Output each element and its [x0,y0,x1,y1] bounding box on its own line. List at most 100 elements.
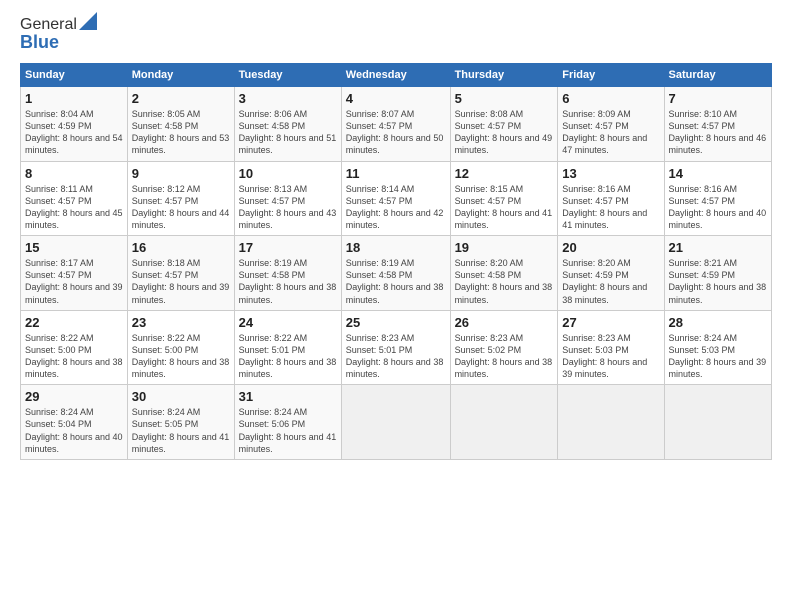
calendar-cell: 3 Sunrise: 8:06 AMSunset: 4:58 PMDaylight… [234,87,341,162]
calendar-cell: 2Sunrise: 8:05 AMSunset: 4:58 PMDaylight… [127,87,234,162]
day-number: 5 [455,91,554,106]
calendar-cell: 11Sunrise: 8:14 AMSunset: 4:57 PMDayligh… [341,161,450,236]
day-number: 22 [25,315,123,330]
day-number: 11 [346,166,446,181]
calendar-cell: 19Sunrise: 8:20 AMSunset: 4:58 PMDayligh… [450,236,558,311]
calendar-cell: 25 Sunrise: 8:23 AMSunset: 5:01 PMDayligh… [341,310,450,385]
week-row-2: 8 Sunrise: 8:11 AMSunset: 4:57 PMDaylight… [21,161,772,236]
cell-info: Sunrise: 8:24 AMSunset: 5:06 PMDaylight:… [239,406,337,455]
day-number: 25 [346,315,446,330]
calendar-cell: 23 Sunrise: 8:22 AMSunset: 5:00 PMDayligh… [127,310,234,385]
cell-info: Sunrise: 8:22 AMSunset: 5:01 PMDaylight:… [239,332,337,381]
cell-info: Sunrise: 8:15 AMSunset: 4:57 PMDaylight:… [455,183,554,232]
calendar-table: SundayMondayTuesdayWednesdayThursdayFrid… [20,63,772,460]
week-row-3: 15Sunrise: 8:17 AMSunset: 4:57 PMDayligh… [21,236,772,311]
calendar-cell: 20Sunrise: 8:20 AMSunset: 4:59 PMDayligh… [558,236,664,311]
cell-info: Sunrise: 8:19 AMSunset: 4:58 PMDaylight:… [239,257,337,306]
cell-info: Sunrise: 8:18 AMSunset: 4:57 PMDaylight:… [132,257,230,306]
day-number: 3 [239,91,337,106]
day-number: 29 [25,389,123,404]
day-number: 13 [562,166,659,181]
day-number: 4 [346,91,446,106]
day-number: 23 [132,315,230,330]
cell-info: Sunrise: 8:17 AMSunset: 4:57 PMDaylight:… [25,257,123,306]
cell-info: Sunrise: 8:23 AMSunset: 5:01 PMDaylight:… [346,332,446,381]
day-number: 20 [562,240,659,255]
calendar-cell: 22 Sunrise: 8:22 AMSunset: 5:00 PMDayligh… [21,310,128,385]
day-number: 7 [669,91,767,106]
logo-blue-text: Blue [20,32,97,53]
cell-info: Sunrise: 8:23 AMSunset: 5:02 PMDaylight:… [455,332,554,381]
day-number: 16 [132,240,230,255]
logo-icon [79,12,97,30]
calendar-cell: 6Sunrise: 8:09 AMSunset: 4:57 PMDaylight… [558,87,664,162]
header-row: SundayMondayTuesdayWednesdayThursdayFrid… [21,64,772,87]
cell-info: Sunrise: 8:11 AMSunset: 4:57 PMDaylight:… [25,183,123,232]
calendar-cell: 17 Sunrise: 8:19 AMSunset: 4:58 PMDayligh… [234,236,341,311]
day-number: 2 [132,91,230,106]
cell-info: Sunrise: 8:23 AMSunset: 5:03 PMDaylight:… [562,332,659,381]
day-number: 14 [669,166,767,181]
cell-info: Sunrise: 8:07 AMSunset: 4:57 PMDaylight:… [346,108,446,157]
cell-info: Sunrise: 8:24 AMSunset: 5:05 PMDaylight:… [132,406,230,455]
cell-info: Sunrise: 8:22 AMSunset: 5:00 PMDaylight:… [25,332,123,381]
calendar-cell: 14 Sunrise: 8:16 AMSunset: 4:57 PMDayligh… [664,161,771,236]
cell-info: Sunrise: 8:16 AMSunset: 4:57 PMDaylight:… [562,183,659,232]
col-header-sunday: Sunday [21,64,128,87]
cell-info: Sunrise: 8:21 AMSunset: 4:59 PMDaylight:… [669,257,767,306]
cell-info: Sunrise: 8:16 AMSunset: 4:57 PMDaylight:… [669,183,767,232]
week-row-5: 29 Sunrise: 8:24 AMSunset: 5:04 PMDayligh… [21,385,772,460]
day-number: 19 [455,240,554,255]
calendar-cell: 4 Sunrise: 8:07 AMSunset: 4:57 PMDaylight… [341,87,450,162]
cell-info: Sunrise: 8:13 AMSunset: 4:57 PMDaylight:… [239,183,337,232]
calendar-cell: 29 Sunrise: 8:24 AMSunset: 5:04 PMDayligh… [21,385,128,460]
cell-info: Sunrise: 8:22 AMSunset: 5:00 PMDaylight:… [132,332,230,381]
day-number: 10 [239,166,337,181]
calendar-cell [664,385,771,460]
day-number: 26 [455,315,554,330]
col-header-wednesday: Wednesday [341,64,450,87]
logo: General Blue [20,16,97,53]
calendar-cell: 12 Sunrise: 8:15 AMSunset: 4:57 PMDayligh… [450,161,558,236]
calendar-cell: 28 Sunrise: 8:24 AMSunset: 5:03 PMDayligh… [664,310,771,385]
day-number: 17 [239,240,337,255]
calendar-cell: 10 Sunrise: 8:13 AMSunset: 4:57 PMDayligh… [234,161,341,236]
day-number: 28 [669,315,767,330]
cell-info: Sunrise: 8:24 AMSunset: 5:03 PMDaylight:… [669,332,767,381]
cell-info: Sunrise: 8:10 AMSunset: 4:57 PMDaylight:… [669,108,767,157]
day-number: 12 [455,166,554,181]
calendar-cell: 30 Sunrise: 8:24 AMSunset: 5:05 PMDayligh… [127,385,234,460]
week-row-1: 1Sunrise: 8:04 AMSunset: 4:59 PMDaylight… [21,87,772,162]
day-number: 24 [239,315,337,330]
calendar-cell: 16 Sunrise: 8:18 AMSunset: 4:57 PMDayligh… [127,236,234,311]
day-number: 1 [25,91,123,106]
col-header-monday: Monday [127,64,234,87]
day-number: 31 [239,389,337,404]
calendar-cell: 5 Sunrise: 8:08 AMSunset: 4:57 PMDaylight… [450,87,558,162]
calendar-cell: 8 Sunrise: 8:11 AMSunset: 4:57 PMDaylight… [21,161,128,236]
calendar-cell: 9 Sunrise: 8:12 AMSunset: 4:57 PMDaylight… [127,161,234,236]
calendar-cell: 21Sunrise: 8:21 AMSunset: 4:59 PMDayligh… [664,236,771,311]
cell-info: Sunrise: 8:08 AMSunset: 4:57 PMDaylight:… [455,108,554,157]
calendar-cell: 31 Sunrise: 8:24 AMSunset: 5:06 PMDayligh… [234,385,341,460]
day-number: 27 [562,315,659,330]
calendar-cell: 13 Sunrise: 8:16 AMSunset: 4:57 PMDayligh… [558,161,664,236]
header: General Blue [20,16,772,53]
cell-info: Sunrise: 8:24 AMSunset: 5:04 PMDaylight:… [25,406,123,455]
col-header-saturday: Saturday [664,64,771,87]
day-number: 6 [562,91,659,106]
calendar-cell [558,385,664,460]
cell-info: Sunrise: 8:06 AMSunset: 4:58 PMDaylight:… [239,108,337,157]
day-number: 9 [132,166,230,181]
week-row-4: 22 Sunrise: 8:22 AMSunset: 5:00 PMDayligh… [21,310,772,385]
col-header-thursday: Thursday [450,64,558,87]
calendar-cell: 1Sunrise: 8:04 AMSunset: 4:59 PMDaylight… [21,87,128,162]
cell-info: Sunrise: 8:12 AMSunset: 4:57 PMDaylight:… [132,183,230,232]
col-header-friday: Friday [558,64,664,87]
calendar-cell: 18Sunrise: 8:19 AMSunset: 4:58 PMDayligh… [341,236,450,311]
day-number: 8 [25,166,123,181]
calendar-cell: 26 Sunrise: 8:23 AMSunset: 5:02 PMDayligh… [450,310,558,385]
day-number: 30 [132,389,230,404]
day-number: 18 [346,240,446,255]
col-header-tuesday: Tuesday [234,64,341,87]
